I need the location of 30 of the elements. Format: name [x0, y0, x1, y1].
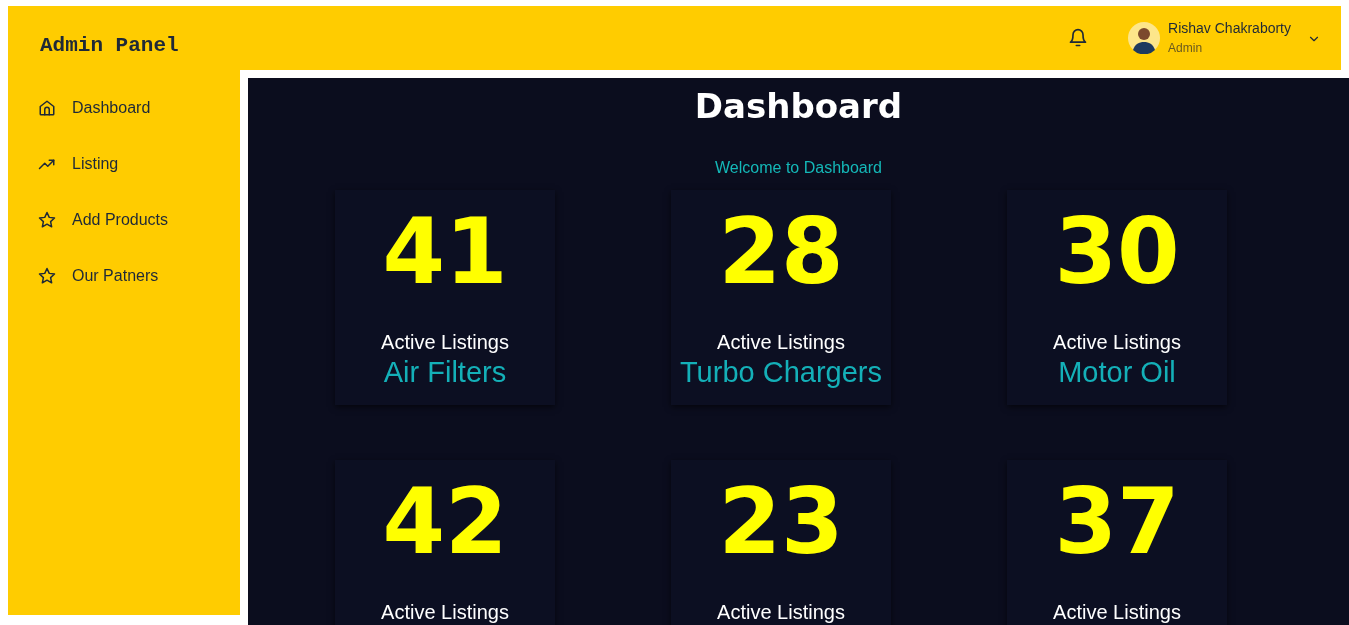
stat-count: 23: [718, 477, 844, 567]
star-icon: [38, 211, 56, 229]
stat-label: Active Listings: [717, 600, 845, 624]
page-subtitle: Welcome to Dashboard: [715, 158, 882, 178]
user-menu[interactable]: Rishav Chakraborty Admin: [1128, 19, 1321, 57]
sidebar-item[interactable]: Our Patners: [38, 260, 163, 292]
stat-category: Motor Oil: [1058, 355, 1176, 390]
stat-label: Active Listings: [381, 330, 509, 354]
stat-label: Active Listings: [717, 330, 845, 354]
stat-category: Air Filters: [383, 355, 507, 390]
sidebar-item[interactable]: Dashboard: [38, 92, 155, 124]
page-title: Dashboard: [693, 86, 904, 126]
sidebar-item[interactable]: Listing: [38, 148, 123, 180]
stat-category: Turbo Chargers: [680, 355, 882, 390]
stat-count: 41: [382, 207, 508, 297]
brand-title: Admin Panel: [40, 33, 179, 60]
notification-bell-icon: [1068, 28, 1089, 48]
home-icon: [38, 99, 56, 117]
stat-count: 28: [718, 207, 844, 297]
user-role: Admin: [1168, 40, 1203, 57]
stat-label: Active Listings: [1053, 600, 1181, 624]
avatar: [1128, 22, 1161, 54]
stat-count: 30: [1054, 207, 1180, 297]
sidebar-item[interactable]: Add Products: [38, 204, 173, 236]
stat-count: 37: [1054, 477, 1180, 567]
stat-label: Active Listings: [1053, 330, 1181, 354]
star-icon: [38, 267, 56, 285]
stat-label: Active Listings: [381, 600, 509, 624]
user-name: Rishav Chakraborty: [1168, 19, 1291, 37]
stat-count: 42: [382, 477, 508, 567]
